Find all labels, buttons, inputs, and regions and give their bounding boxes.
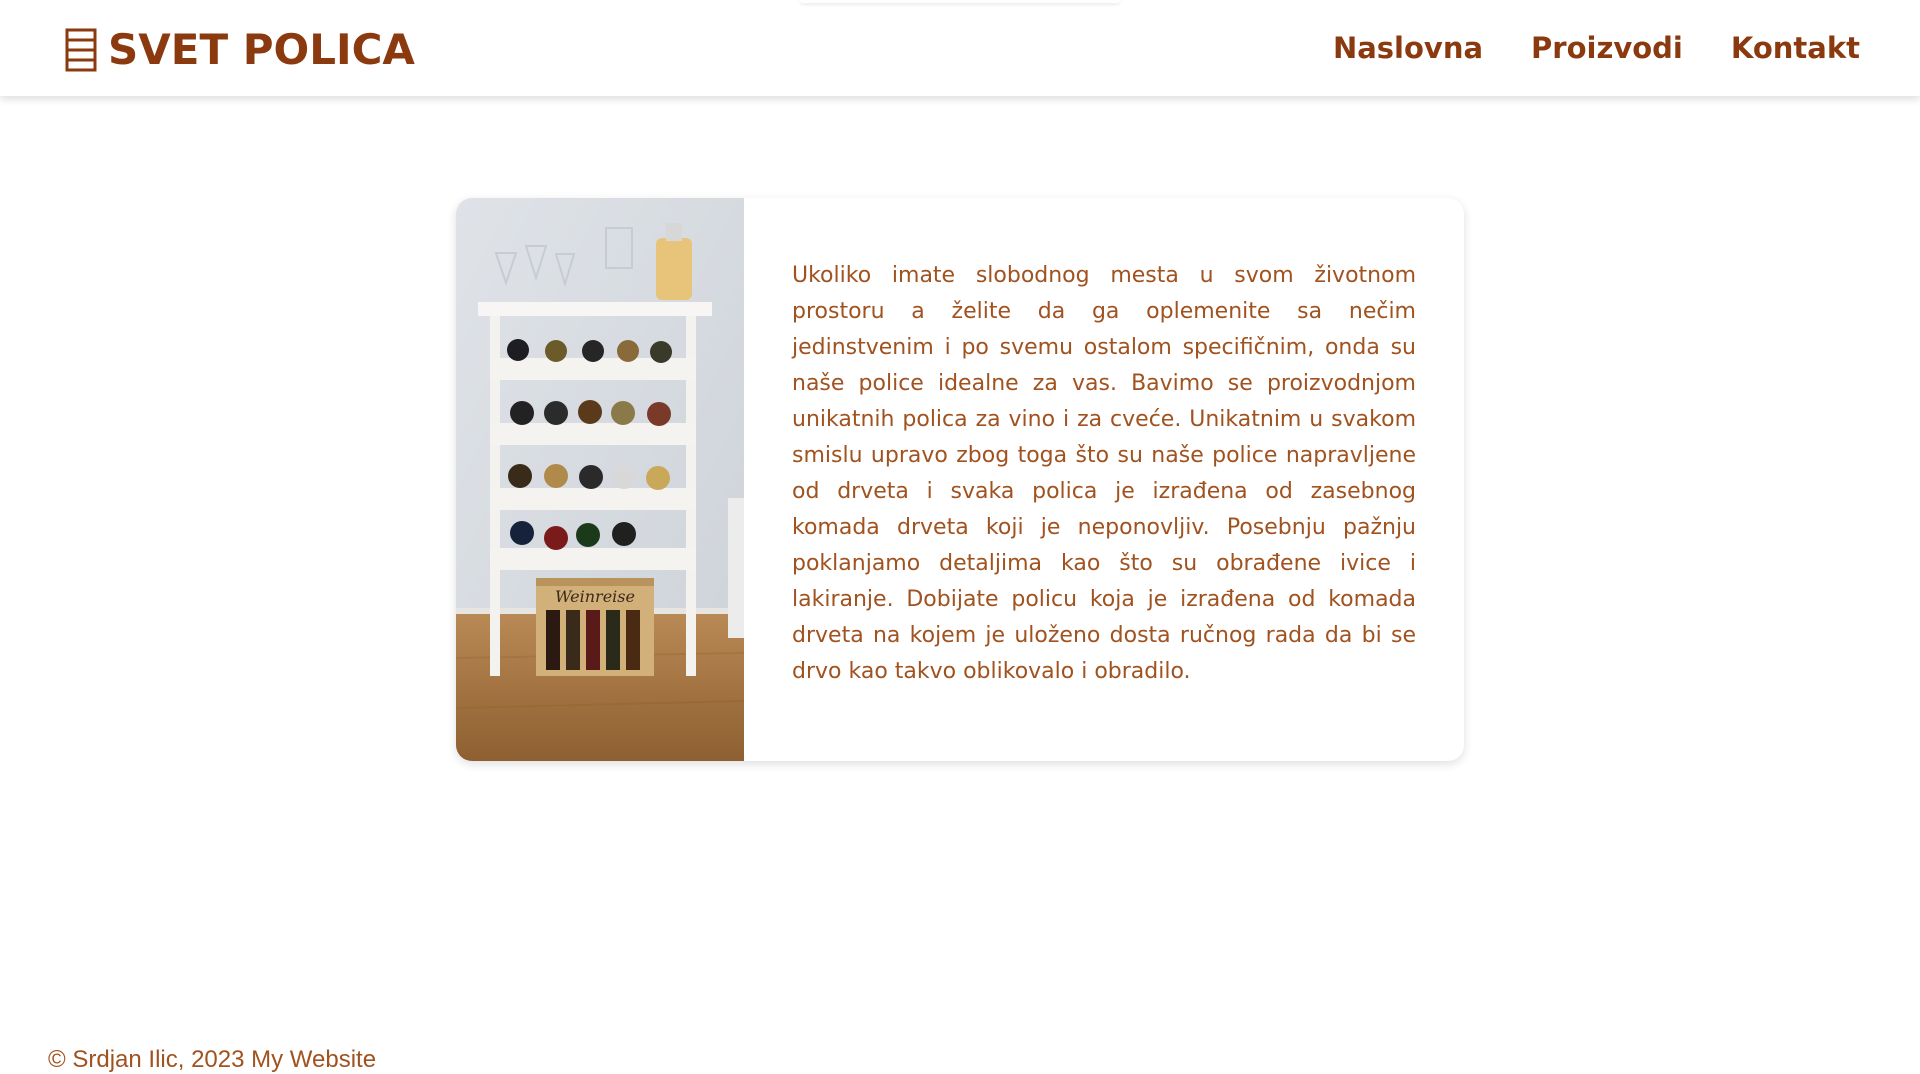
nav-link-kontakt[interactable]: Kontakt xyxy=(1731,28,1860,68)
wine-rack-photo: Weinreise xyxy=(456,198,744,761)
nav-link-proizvodi[interactable]: Proizvodi xyxy=(1531,28,1683,68)
top-tab-shadow xyxy=(800,0,1120,3)
wine-box-label: Weinreise xyxy=(555,587,635,606)
shelf-icon xyxy=(65,28,97,72)
intro-card: Weinreise Ukoliko imate slobodnog mesta … xyxy=(456,198,1464,761)
footer-copyright: © Srdjan Ilic, 2023 My Website xyxy=(48,1046,377,1073)
intro-description: Ukoliko imate slobodnog mesta u svom živ… xyxy=(792,263,1416,684)
main-nav: Naslovna Proizvodi Kontakt xyxy=(1333,28,1860,68)
brand-name: SVET POLICA xyxy=(108,25,415,74)
navbar: SVET POLICA Naslovna Proizvodi Kontakt xyxy=(0,0,1920,96)
wine-rack-illustration: Weinreise xyxy=(456,198,744,761)
nav-link-naslovna[interactable]: Naslovna xyxy=(1333,28,1483,68)
brand-link[interactable]: SVET POLICA xyxy=(64,26,415,74)
